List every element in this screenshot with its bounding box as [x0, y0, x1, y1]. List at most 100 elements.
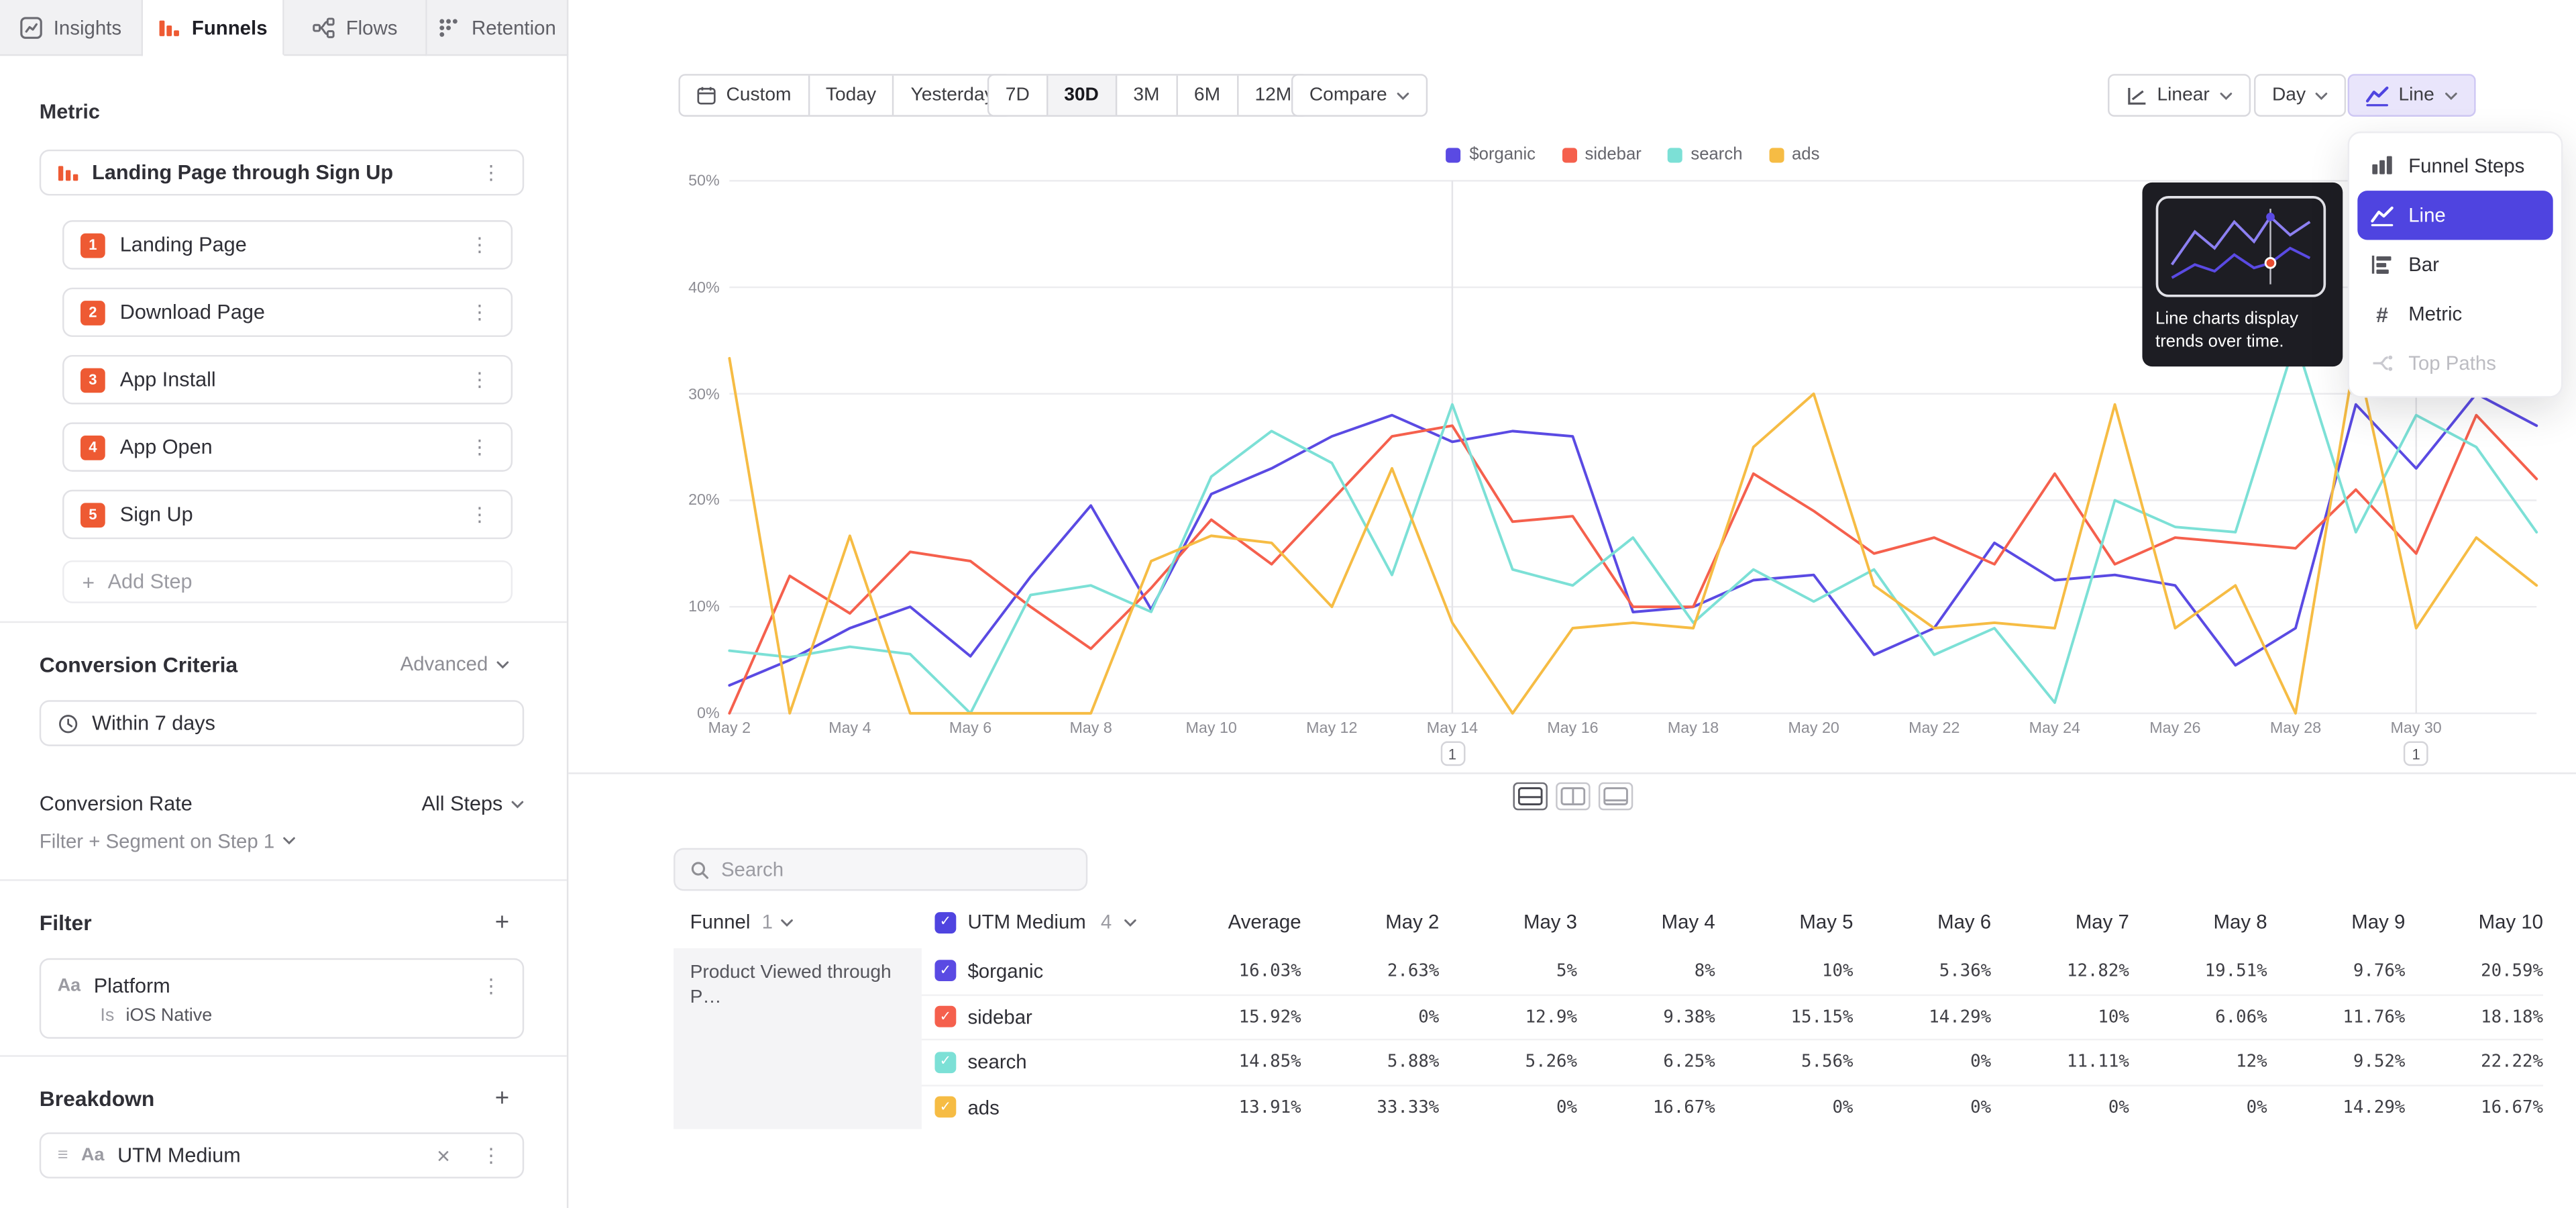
text-type-icon: Aa	[58, 976, 80, 996]
filter-segment-label: Filter + Segment on Step 1	[40, 829, 274, 852]
menu-item-bar[interactable]: Bar	[2357, 240, 2553, 289]
tab-insights[interactable]: Insights	[0, 0, 142, 56]
date-column-header[interactable]: May 10	[2405, 911, 2543, 934]
date-column-header[interactable]: May 6	[1853, 911, 1991, 934]
step-number-badge: 4	[80, 435, 105, 460]
text-type-icon: Aa	[81, 1146, 104, 1165]
funnel-step-row[interactable]: 4 App Open	[62, 422, 513, 471]
bar-chart-icon	[2371, 253, 2394, 276]
kebab-menu-icon[interactable]	[465, 232, 494, 258]
date-column-header[interactable]: May 3	[1439, 911, 1577, 934]
date-column-header[interactable]: May 5	[1715, 911, 1854, 934]
cell-value: 10%	[1715, 961, 1854, 980]
funnel-step-row[interactable]: 5Sign Up	[62, 490, 513, 539]
layout-split-vertical-button[interactable]	[1556, 783, 1590, 811]
menu-item-label: Metric	[2408, 303, 2462, 325]
series-line-sidebar[interactable]	[729, 415, 2536, 713]
tab-flows[interactable]: Flows	[284, 0, 427, 56]
layout-toggle-group	[1513, 783, 1633, 811]
cell-value: 18.18%	[2405, 1007, 2543, 1027]
layout-split-horizontal-button[interactable]	[1513, 783, 1548, 811]
chart-annotation-badge[interactable]: 1	[1440, 741, 1465, 766]
filter-platform-card[interactable]: Aa Platform Is iOS Native	[40, 958, 524, 1039]
table-search	[674, 848, 1087, 891]
funnel-steps-icon	[2371, 154, 2394, 177]
funnel-group-cell[interactable]: Product Viewed through P…	[674, 948, 922, 1129]
date-column-header[interactable]: May 2	[1301, 911, 1440, 934]
funnel-step-row[interactable]: 2Download Page	[62, 288, 513, 337]
series-cell: ads	[922, 1096, 1160, 1119]
funnel-step-row[interactable]: 3App Install	[62, 355, 513, 404]
series-line-search[interactable]	[729, 340, 2536, 713]
remove-breakdown-icon[interactable]	[437, 1144, 450, 1166]
tab-label: Insights	[54, 15, 121, 38]
x-axis-tick-label: May 6	[931, 720, 1010, 738]
all-steps-label: All Steps	[422, 792, 503, 815]
cell-value: 9.38%	[1577, 1007, 1715, 1027]
series-checkbox[interactable]	[934, 960, 956, 982]
add-step-button[interactable]: Add Step	[62, 560, 513, 603]
breakdown-column-header[interactable]: UTM Medium 4	[922, 911, 1160, 934]
chart-annotation-badge[interactable]: 1	[2404, 741, 2428, 766]
cell-value: 0%	[1853, 1052, 1991, 1072]
funnel-steps-list: 1Landing Page 2Download Page 3App Install 4…	[62, 220, 513, 539]
metric-section-label: Metric	[40, 100, 567, 123]
date-column-header[interactable]: May 7	[1991, 911, 2129, 934]
filter-title: Filter	[40, 910, 92, 935]
select-all-checkbox[interactable]	[934, 911, 956, 933]
kebab-menu-icon[interactable]	[465, 501, 494, 527]
kebab-menu-icon[interactable]	[465, 434, 494, 460]
hint-text: Line charts display trends over time.	[2155, 307, 2330, 354]
step-label: App Open	[120, 436, 213, 458]
series-checkbox[interactable]	[934, 1052, 956, 1073]
chevron-down-icon	[496, 660, 510, 668]
date-column-header[interactable]: May 8	[2129, 911, 2267, 934]
series-checkbox[interactable]	[934, 1006, 956, 1027]
average-column-header[interactable]: Average	[1160, 911, 1301, 934]
kebab-menu-icon[interactable]	[476, 1142, 506, 1168]
kebab-menu-icon[interactable]	[465, 366, 494, 393]
menu-item-metric[interactable]: Metric	[2357, 289, 2553, 338]
menu-item-funnel-steps[interactable]: Funnel Steps	[2357, 142, 2553, 191]
conversion-window-row[interactable]: Within 7 days	[40, 700, 524, 746]
cell-value: 12%	[2129, 1052, 2267, 1072]
funnel-column-header[interactable]: Funnel 1	[674, 911, 922, 934]
search-input[interactable]	[721, 858, 1071, 880]
menu-item-top-paths: Top Paths	[2357, 338, 2553, 387]
menu-item-line[interactable]: Line	[2357, 191, 2553, 240]
series-checkbox[interactable]	[934, 1097, 956, 1118]
kebab-menu-icon[interactable]	[465, 299, 494, 325]
series-line-ads[interactable]	[729, 351, 2536, 713]
x-axis-tick-label: May 16	[1534, 720, 1613, 738]
cell-value: 6.25%	[1577, 1052, 1715, 1072]
cell-value: 10%	[1991, 1007, 2129, 1027]
add-filter-button[interactable]	[495, 910, 509, 935]
filter-segment-dropdown[interactable]: Filter + Segment on Step 1	[40, 830, 524, 852]
series-name: search	[967, 1051, 1026, 1074]
average-value: 16.03%	[1160, 961, 1301, 980]
add-breakdown-button[interactable]	[495, 1086, 509, 1111]
funnel-step-row[interactable]: 1Landing Page	[62, 220, 513, 269]
chart-type-menu: Funnel Steps Line Bar Metric Top Paths	[2348, 132, 2563, 398]
drag-handle-icon[interactable]	[58, 1146, 68, 1165]
cell-value: 11.76%	[2267, 1007, 2406, 1027]
cell-value: 0%	[1991, 1097, 2129, 1117]
all-steps-dropdown[interactable]: All Steps	[422, 792, 525, 815]
advanced-dropdown[interactable]: Advanced	[400, 652, 510, 675]
breakdown-column-label: UTM Medium	[967, 911, 1085, 934]
chevron-down-icon	[511, 799, 525, 807]
step-label: Sign Up	[120, 503, 193, 525]
tab-retention[interactable]: Retention	[427, 0, 569, 56]
conversion-criteria-title: Conversion Criteria	[40, 652, 237, 676]
average-value: 14.85%	[1160, 1052, 1301, 1072]
kebab-menu-icon[interactable]	[476, 160, 506, 186]
layout-chart-only-button[interactable]	[1599, 783, 1633, 811]
x-axis-tick-label: May 4	[810, 720, 890, 738]
date-column-header[interactable]: May 9	[2267, 911, 2406, 934]
breakdown-utm-card[interactable]: Aa UTM Medium	[40, 1132, 524, 1178]
date-column-header[interactable]: May 4	[1577, 911, 1715, 934]
tab-funnels[interactable]: Funnels	[142, 0, 284, 56]
kebab-menu-icon[interactable]	[476, 973, 506, 999]
funnel-metric-card[interactable]: Landing Page through Sign Up	[40, 150, 524, 196]
x-axis-tick-label: May 8	[1051, 720, 1130, 738]
